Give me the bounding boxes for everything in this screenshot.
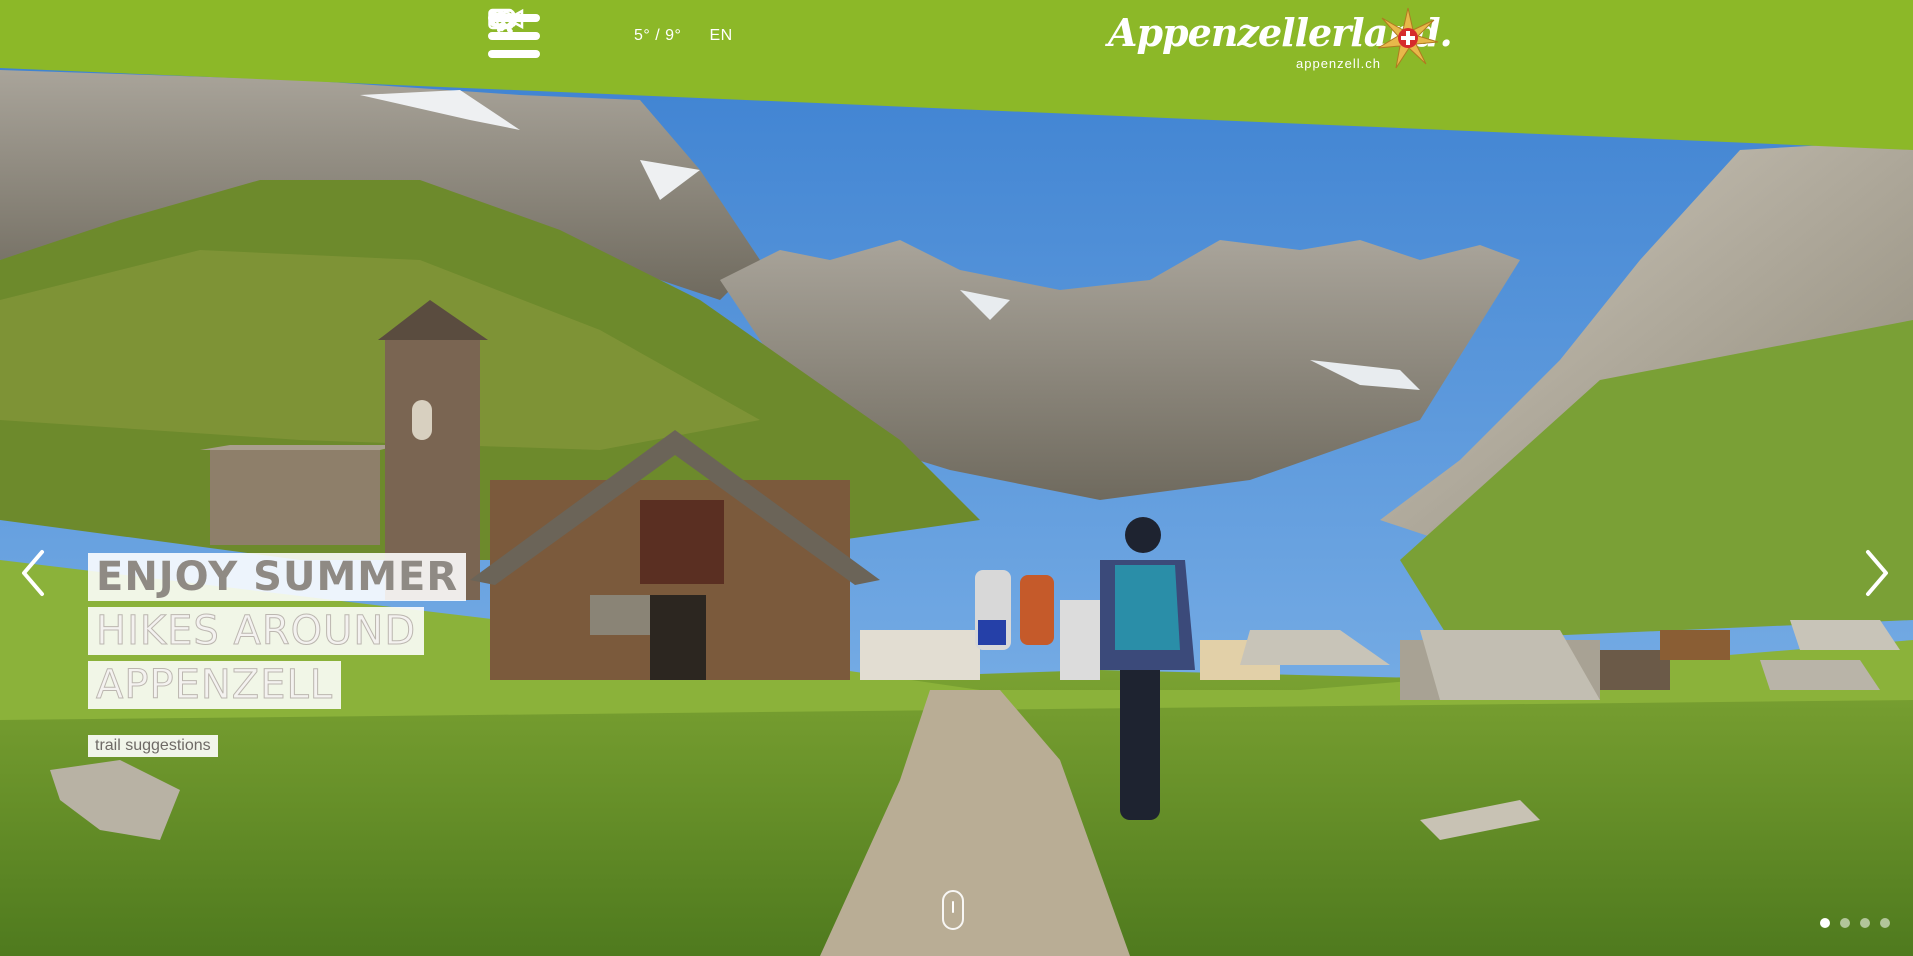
slider-dot[interactable] bbox=[1860, 918, 1870, 928]
language-switch[interactable]: EN bbox=[709, 27, 732, 45]
slider-prev-button[interactable] bbox=[14, 548, 54, 598]
shopping-cart-icon bbox=[490, 10, 516, 32]
header-band bbox=[0, 0, 1913, 150]
chevron-right-icon bbox=[1866, 550, 1888, 596]
weather-widget[interactable]: 5° / 9° bbox=[489, 11, 682, 45]
edelweiss-star-icon bbox=[1377, 7, 1439, 69]
main-nav: 5° / 9° EN bbox=[488, 8, 845, 64]
brand-logo[interactable]: Appenzellerland. appenzell.ch bbox=[1108, 6, 1453, 76]
header-bar: 5° / 9° EN Appenzellerland. appenzell.ch bbox=[0, 0, 1913, 160]
weather-temperature: 5° / 9° bbox=[634, 27, 682, 44]
slider-dot[interactable] bbox=[1880, 918, 1890, 928]
hero-headline-line-3: APPENZELL bbox=[88, 661, 342, 709]
slider-next-button[interactable] bbox=[1856, 548, 1896, 598]
hero-headline-line-2: HIKES AROUND bbox=[88, 607, 425, 655]
hero-headline-line-1: ENJOY SUMMER bbox=[88, 553, 467, 601]
brand-domain: appenzell.ch bbox=[1296, 56, 1381, 71]
chevron-left-icon bbox=[22, 550, 44, 596]
mouse-scroll-icon[interactable] bbox=[942, 890, 964, 930]
slider-dot[interactable] bbox=[1820, 918, 1830, 928]
slider-pagination bbox=[1810, 918, 1890, 928]
slider-dot[interactable] bbox=[1840, 918, 1850, 928]
trail-suggestions-button[interactable]: trail suggestions bbox=[88, 735, 218, 757]
hero-caption: ENJOY SUMMER HIKES AROUND APPENZELL trai… bbox=[88, 553, 467, 757]
